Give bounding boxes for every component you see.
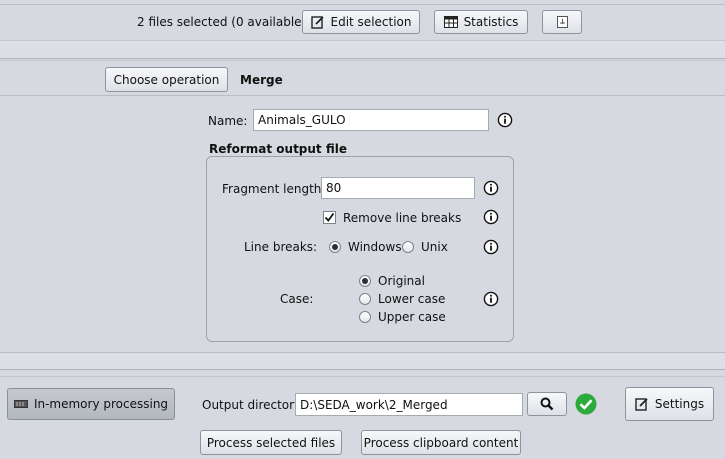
spacer-band bbox=[0, 353, 725, 369]
process-clipboard-button[interactable]: Process clipboard content bbox=[361, 430, 521, 455]
case-original-radio[interactable] bbox=[359, 275, 371, 287]
name-label: Name: bbox=[208, 114, 248, 128]
case-info-icon[interactable] bbox=[483, 291, 499, 307]
edit-icon bbox=[635, 397, 649, 411]
edit-selection-label: Edit selection bbox=[330, 15, 412, 29]
spacer-band bbox=[0, 41, 725, 58]
reformat-title: Reformat output file bbox=[209, 142, 347, 156]
name-input[interactable]: Animals_GULO bbox=[253, 109, 489, 131]
settings-label: Settings bbox=[654, 397, 705, 411]
output-directory-label: Output directory: bbox=[202, 398, 305, 412]
line-breaks-label: Line breaks: bbox=[244, 240, 318, 254]
selection-status: 2 files selected (0 available) bbox=[137, 15, 307, 29]
fragment-info-icon[interactable] bbox=[483, 180, 499, 196]
settings-button[interactable]: Settings bbox=[625, 387, 714, 421]
edit-icon bbox=[310, 15, 325, 29]
divider bbox=[0, 376, 725, 377]
case-lower-label[interactable]: Lower case bbox=[378, 292, 445, 306]
name-info-icon[interactable] bbox=[497, 112, 513, 128]
line-breaks-unix-label[interactable]: Unix bbox=[421, 240, 448, 254]
line-breaks-info-icon[interactable] bbox=[483, 239, 499, 255]
top-border bbox=[0, 4, 725, 5]
statistics-label: Statistics bbox=[463, 15, 519, 29]
choose-operation-label: Choose operation bbox=[113, 72, 220, 87]
export-button[interactable] bbox=[542, 10, 582, 34]
divider bbox=[0, 58, 725, 59]
table-icon bbox=[443, 16, 458, 28]
line-breaks-windows-label[interactable]: Windows bbox=[348, 240, 402, 254]
search-icon bbox=[540, 397, 554, 411]
in-memory-label: In-memory processing bbox=[33, 397, 169, 411]
memory-icon bbox=[13, 400, 28, 408]
remove-line-breaks-info-icon[interactable] bbox=[483, 209, 499, 225]
choose-operation-button[interactable]: Choose operation bbox=[105, 67, 228, 92]
line-breaks-unix-radio[interactable] bbox=[402, 241, 414, 253]
edit-selection-button[interactable]: Edit selection bbox=[302, 10, 420, 34]
directory-valid-icon bbox=[575, 393, 597, 415]
in-memory-processing-toggle[interactable]: In-memory processing bbox=[7, 388, 175, 420]
process-selected-files-button[interactable]: Process selected files bbox=[200, 430, 342, 455]
document-icon bbox=[556, 16, 568, 28]
process-clipboard-label: Process clipboard content bbox=[363, 435, 519, 450]
remove-line-breaks-checkbox[interactable] bbox=[323, 211, 336, 224]
divider bbox=[0, 95, 725, 96]
output-directory-input[interactable]: D:\SEDA_work\2_Merged bbox=[295, 393, 523, 416]
browse-directory-button[interactable] bbox=[527, 392, 567, 416]
statistics-button[interactable]: Statistics bbox=[434, 10, 528, 34]
process-selected-label: Process selected files bbox=[206, 435, 336, 450]
divider bbox=[0, 369, 725, 370]
remove-line-breaks-label[interactable]: Remove line breaks bbox=[343, 211, 461, 225]
case-upper-label[interactable]: Upper case bbox=[378, 310, 446, 324]
case-label: Case: bbox=[280, 292, 314, 306]
fragment-length-input[interactable]: 80 bbox=[321, 177, 475, 199]
check-icon bbox=[324, 212, 335, 222]
case-original-label[interactable]: Original bbox=[378, 274, 425, 288]
divider bbox=[0, 60, 725, 61]
line-breaks-windows-radio[interactable] bbox=[329, 241, 341, 253]
current-operation: Merge bbox=[240, 73, 283, 87]
case-lower-radio[interactable] bbox=[359, 293, 371, 305]
case-upper-radio[interactable] bbox=[359, 311, 371, 323]
fragment-length-label: Fragment length: bbox=[222, 182, 326, 196]
